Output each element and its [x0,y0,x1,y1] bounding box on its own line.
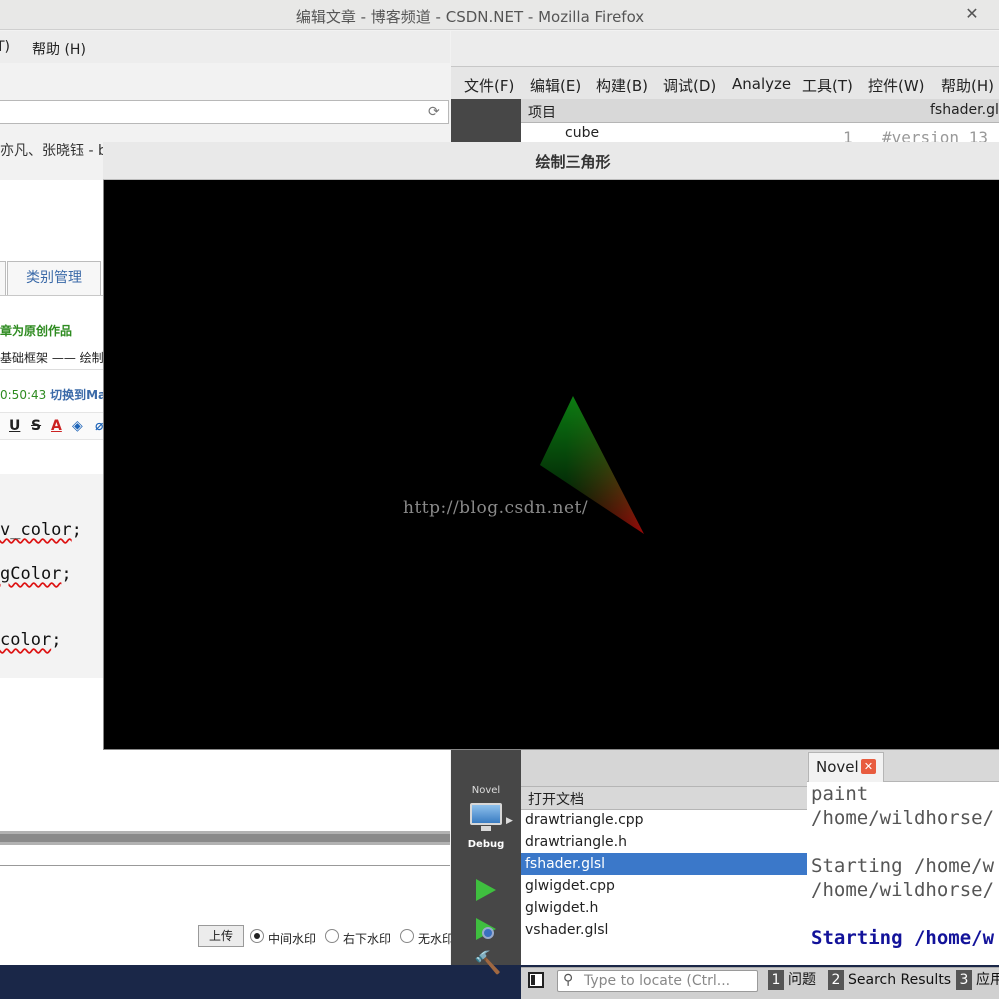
original-work-note: 章为原创作品 [0,324,73,338]
url-bar[interactable]: ⟳ [0,100,449,124]
open-doc-item[interactable]: drawtriangle.h [521,831,807,853]
close-icon[interactable]: ✕ [861,759,876,774]
monitor-stand-icon [481,826,491,831]
projects-title[interactable]: 项目 [528,102,556,122]
editor-toolbar: U S A ◈ ⌀ [0,412,104,440]
menu-help[interactable]: 帮助(H) [941,75,994,96]
menu-tools[interactable]: 工具(T) [802,75,853,96]
upload-button[interactable]: 上传 [198,925,244,947]
menu-build[interactable]: 构建(B) [596,75,648,96]
scrollbar-thumb[interactable] [0,834,450,842]
open-doc-item[interactable]: drawtriangle.cpp [521,809,807,831]
menu-widgets[interactable]: 控件(W) [868,75,925,96]
output-line: Starting /home/w [811,855,995,877]
code-token: gColor [0,564,62,584]
code-token: ; [71,520,82,540]
tab-number: 3 [956,970,972,990]
output-line: paint [811,783,869,805]
toggle-sidebar-icon[interactable] [528,972,544,988]
build-config: Debug [467,839,505,850]
projects-pane-header [521,99,807,123]
open-doc-item[interactable]: glwigdet.cpp [521,875,807,897]
bookmark-text[interactable]: 亦凡、张晓钰 - ba [0,140,115,160]
editor-file-selector[interactable]: fshader.glsl [930,102,999,118]
reload-icon[interactable]: ⟳ [428,104,440,120]
bug-icon [482,927,494,939]
close-window-button[interactable]: ✕ [962,4,982,24]
locator-input[interactable]: Type to locate (Ctrl... [557,970,758,992]
tab-previous[interactable] [0,261,6,295]
radio-label: 中间水印 [268,932,317,946]
tab-label: Search Results [848,972,952,988]
output-line: /home/wildhorse/ [811,879,995,901]
code-line: v_color; [0,520,82,540]
strikethrough-button[interactable]: S [31,418,41,434]
radio-watermark-bottom-right[interactable] [325,929,339,943]
underline-button[interactable]: U [9,418,20,434]
firefox-window-title: 编辑文章 - 博客频道 - CSDN.NET - Mozilla Firefox [295,8,645,26]
project-tree [521,123,807,143]
code-line: gColor; [0,564,72,584]
open-documents-title[interactable]: 打开文档 [528,789,584,809]
code-token: ; [61,564,72,584]
output-line: Starting /home/w [811,927,995,949]
tab-number: 2 [828,970,844,990]
tab-label: 问题 [788,972,816,988]
tab-number: 1 [768,970,784,990]
kit-name: Novel [471,785,501,796]
radio-label: 右下水印 [343,932,392,946]
radio-label: 无水印 [418,932,455,946]
menu-file[interactable]: 文件(F) [464,75,514,96]
code-token: v_color [0,520,72,540]
open-doc-item-selected[interactable]: fshader.glsl [521,853,807,875]
hammer-icon[interactable]: 🔨 [474,951,501,976]
monitor-icon[interactable] [470,803,502,825]
status-tab-search-results[interactable]: 2 Search Results [828,970,951,992]
article-title-input[interactable]: 基础框架 —— 绘制一 [0,346,104,370]
font-color-button[interactable]: A [51,418,62,434]
search-icon: ⚲ [563,972,574,988]
menu-debug[interactable]: 调试(D) [663,75,716,96]
code-line: color; [0,630,61,650]
menu-edit[interactable]: 编辑(E) [530,75,581,96]
code-token: color [0,630,52,650]
open-doc-item[interactable]: glwigdet.h [521,897,807,919]
menu-tools[interactable]: T) [0,39,10,55]
editor-code-area[interactable]: v_color; gColor; color; [0,474,104,678]
background-color-icon[interactable]: ◈ [72,418,83,434]
radio-watermark-center[interactable] [250,929,264,943]
status-tab-app-output[interactable]: 3 应用 [956,970,999,992]
autosave-time: 0:50:43 [0,388,47,402]
open-doc-item[interactable]: vshader.glsl [521,919,807,941]
output-line: /home/wildhorse/ [811,807,995,829]
upload-area [0,865,450,965]
opengl-window-title: 绘制三角形 [535,153,611,171]
project-item-cube[interactable]: cube [565,125,599,141]
tab-category-management[interactable]: 类别管理 [7,261,101,295]
menu-analyze[interactable]: Analyze [732,75,791,93]
watermark-text: http://blog.csdn.net/ [403,498,589,518]
code-token: ; [51,630,62,650]
qtcreator-titlebar [451,31,999,67]
run-icon[interactable] [476,879,496,901]
menu-help[interactable]: 帮助 (H) [32,39,86,59]
tab-label: 应用 [976,972,999,988]
firefox-menubar: T) 帮助 (H) [0,31,450,63]
qtcreator-menubar: 文件(F) 编辑(E) 构建(B) 调试(D) Analyze 工具(T) 控件… [451,67,999,99]
status-tab-issues[interactable]: 1 问题 [768,970,816,992]
radio-no-watermark[interactable] [400,929,414,943]
chevron-right-icon: ▶ [506,816,513,826]
